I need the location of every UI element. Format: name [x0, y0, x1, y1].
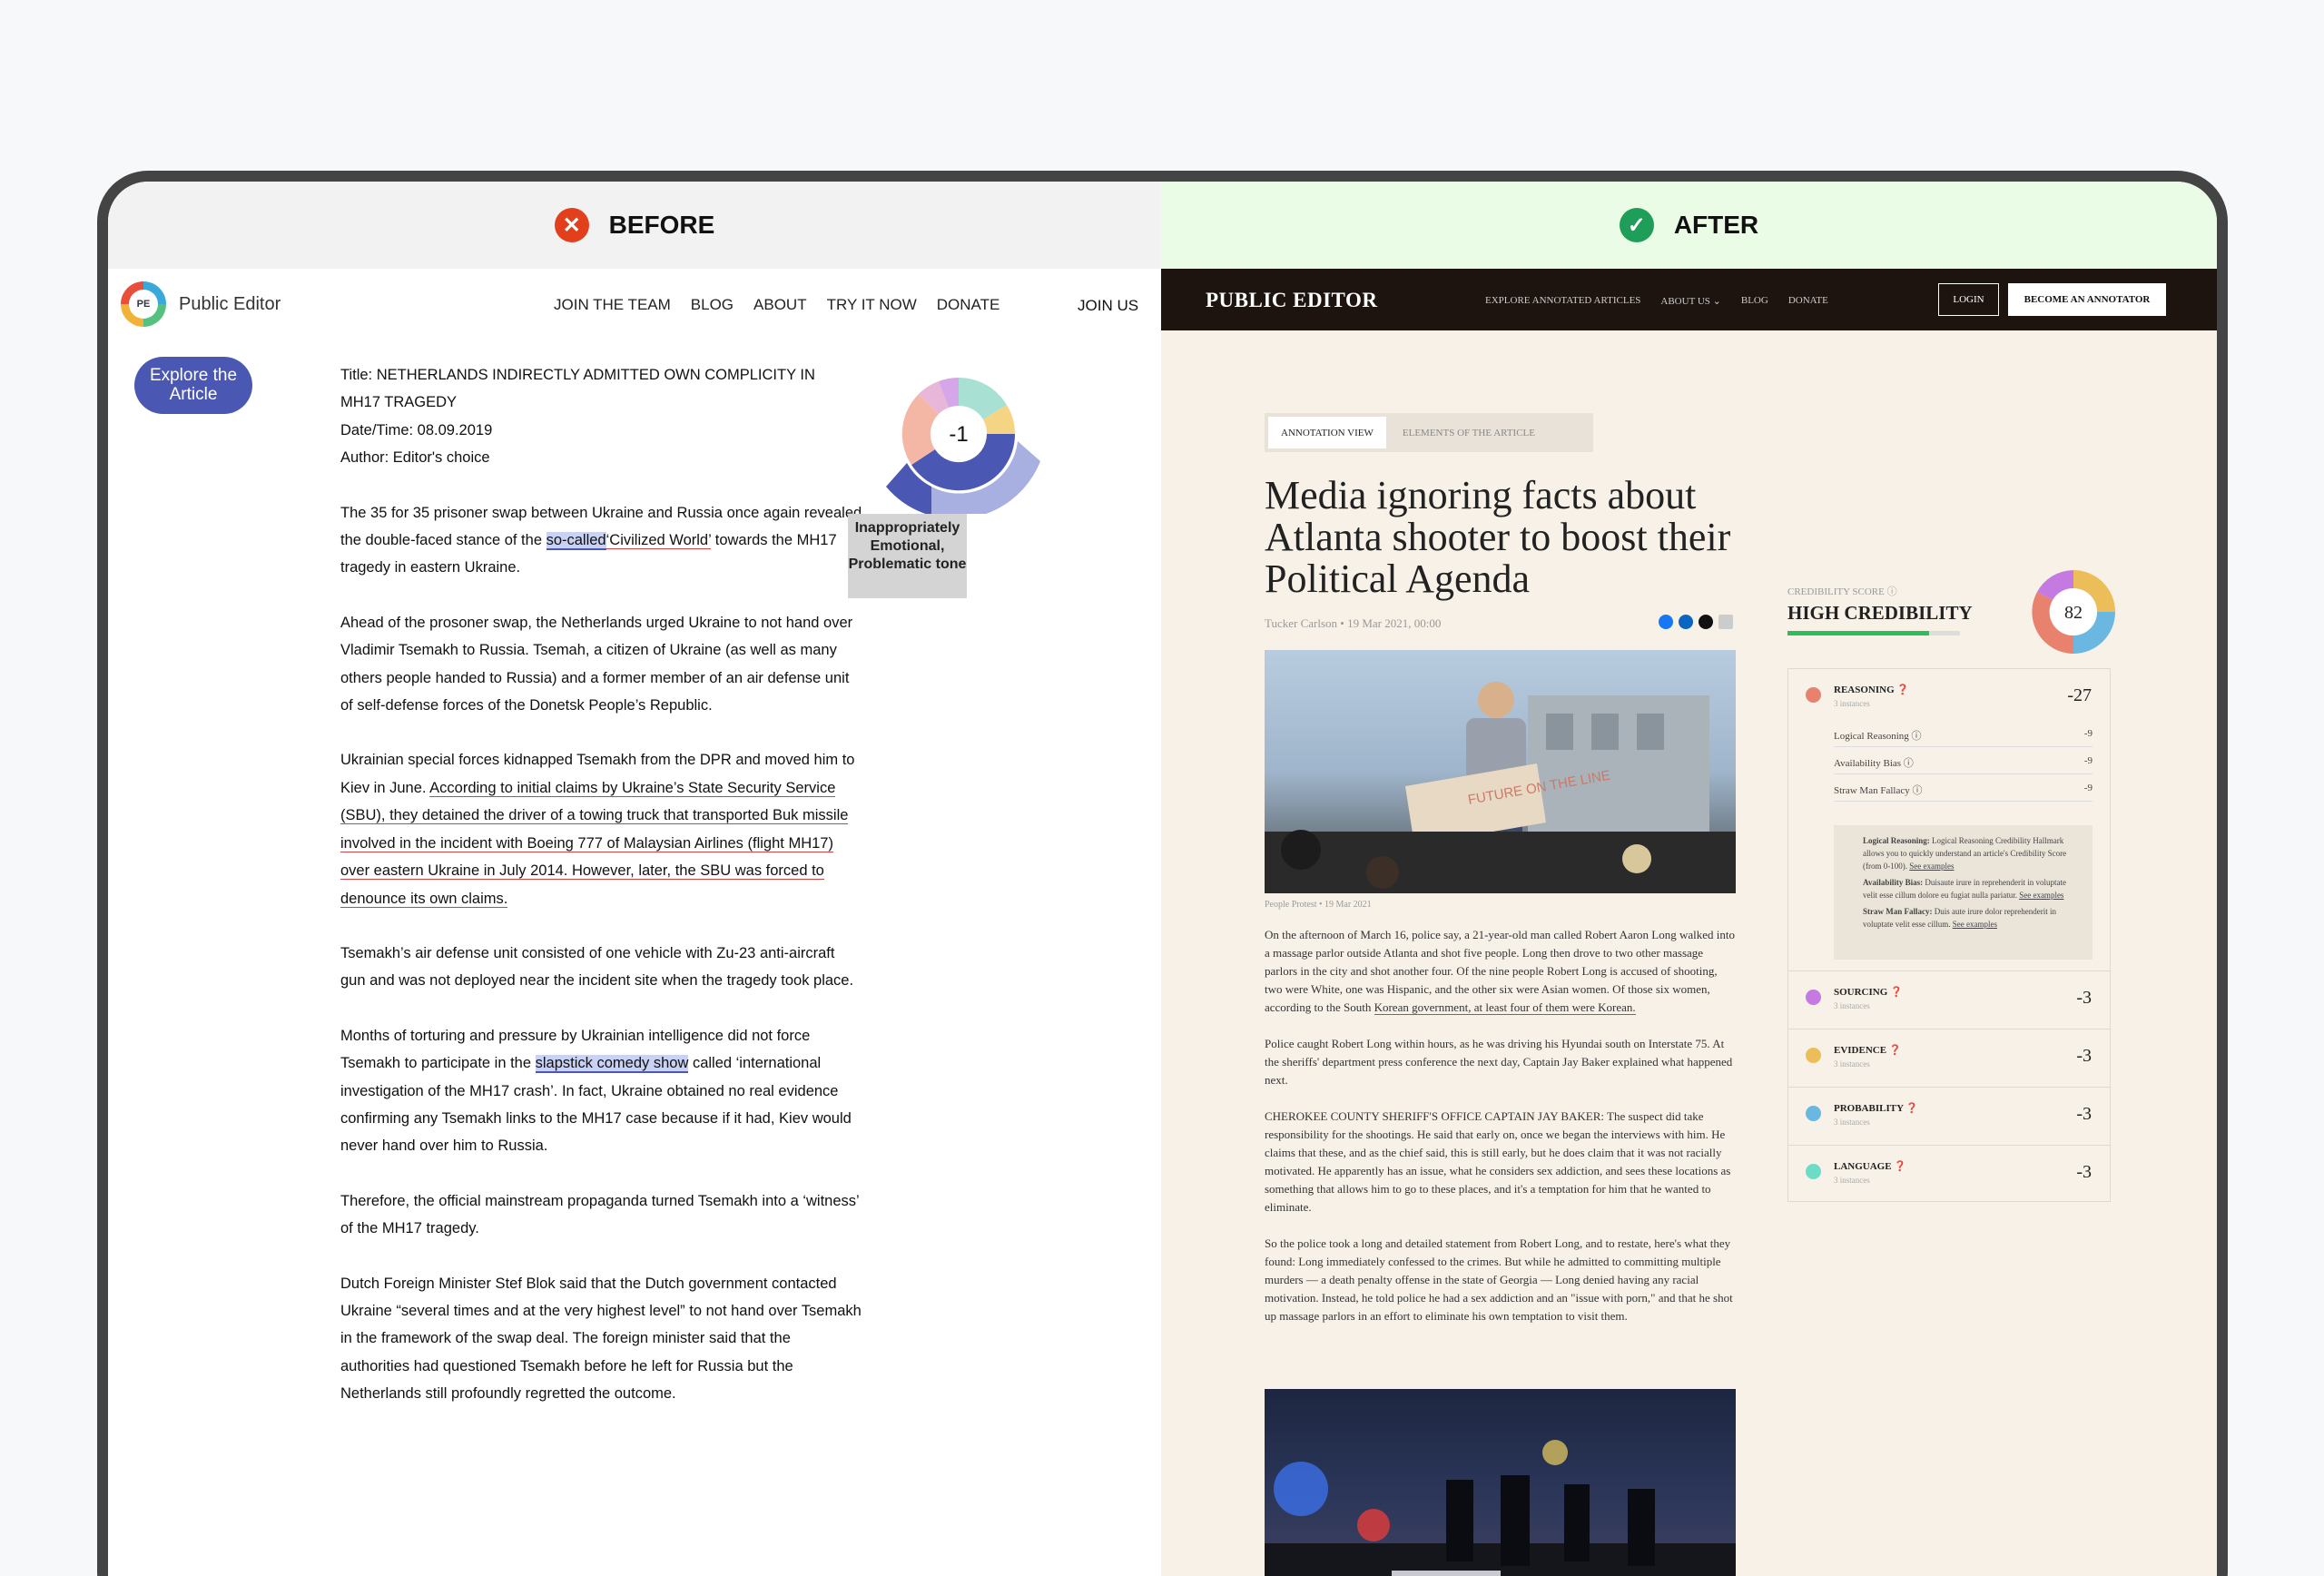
- highlight-annotation[interactable]: so-called: [546, 532, 606, 551]
- paragraph: So the police took a long and detailed s…: [1265, 1236, 1733, 1323]
- category-sourcing[interactable]: SOURCING ❓ 3 instances -3: [1788, 970, 2110, 1029]
- article-meta: Title: NETHERLANDS INDIRECTLY ADMITTED O…: [340, 361, 863, 472]
- article-title: Title: NETHERLANDS INDIRECTLY ADMITTED O…: [340, 367, 815, 411]
- highlight-annotation[interactable]: slapstick comedy show: [535, 1055, 689, 1074]
- device-screen: ✕ BEFORE ✓ AFTER PE Public Editor JOIN T…: [108, 182, 2217, 1576]
- credibility-progress: [1787, 631, 1960, 635]
- paragraph: The 35 for 35 prisoner swap between Ukra…: [340, 504, 862, 576]
- nav-links: JOIN THE TEAM BLOG ABOUT TRY IT NOW DONA…: [554, 296, 1000, 314]
- hallmark-panel: REASONING ❓ 3 instances -27 Logical Reas…: [1787, 668, 2111, 1202]
- facebook-icon[interactable]: [1659, 615, 1673, 629]
- nav-links: EXPLORE ANNOTATED ARTICLES ABOUT US ⌄ BL…: [1485, 295, 1828, 307]
- category-dot: [1806, 1106, 1821, 1121]
- after-navbar: PUBLIC EDITOR EXPLORE ANNOTATED ARTICLES…: [1161, 269, 2217, 330]
- article-date: Date/Time: 08.09.2019: [340, 421, 493, 438]
- join-us-link[interactable]: JOIN US: [1078, 297, 1138, 315]
- check-icon: ✓: [1619, 208, 1654, 242]
- device-frame: ✕ BEFORE ✓ AFTER PE Public Editor JOIN T…: [97, 171, 2228, 1576]
- nav-explore-articles[interactable]: EXPLORE ANNOTATED ARTICLES: [1485, 295, 1640, 307]
- brand-name[interactable]: PUBLIC EDITOR: [1206, 289, 1377, 312]
- note-item: Availability Bias: Duisaute irure in rep…: [1863, 878, 2067, 900]
- share-icons: [1659, 615, 1733, 629]
- article-body: Title: NETHERLANDS INDIRECTLY ADMITTED O…: [340, 361, 863, 1435]
- tab-elements[interactable]: ELEMENTS OF THE ARTICLE: [1386, 417, 1551, 448]
- category-dot: [1806, 1048, 1821, 1063]
- paragraph: Tsemakh’s air defense unit consisted of …: [340, 944, 854, 990]
- brand-name[interactable]: Public Editor: [179, 294, 281, 315]
- nav-blog[interactable]: BLOG: [691, 296, 734, 314]
- category-dot: [1806, 687, 1821, 703]
- before-navbar: PE Public Editor JOIN THE TEAM BLOG ABOU…: [108, 269, 1161, 341]
- sunburst-score: -1: [949, 422, 968, 447]
- logo-initials: PE: [129, 290, 158, 319]
- credibility-label: CREDIBILITY SCORE ⓘ: [1787, 586, 1897, 597]
- category-language[interactable]: LANGUAGE ❓ 3 instances -3: [1788, 1145, 2110, 1203]
- category-evidence[interactable]: EVIDENCE ❓ 3 instances -3: [1788, 1029, 2110, 1087]
- paragraph: Dutch Foreign Minister Stef Blok said th…: [340, 1275, 862, 1403]
- sub-availability-bias[interactable]: Availability Bias ⓘ -9: [1834, 749, 2093, 774]
- share-icon[interactable]: [1718, 615, 1733, 629]
- tab-annotation-view[interactable]: ANNOTATION VIEW: [1268, 417, 1386, 448]
- nav-about[interactable]: ABOUT: [753, 296, 807, 314]
- see-examples-link[interactable]: See examples: [1953, 920, 1997, 929]
- paragraph: Ahead of the prosoner swap, the Netherla…: [340, 614, 853, 714]
- x-icon[interactable]: [1699, 615, 1713, 629]
- nav-about-us[interactable]: ABOUT US ⌄: [1660, 295, 1720, 307]
- underline-annotation[interactable]: ‘Civilized World’: [606, 532, 712, 550]
- underline-annotation[interactable]: Korean government, at least four of them…: [1374, 1000, 1636, 1015]
- explore-article-button[interactable]: Explore the Article: [134, 357, 252, 414]
- login-button[interactable]: LOGIN: [1938, 283, 1999, 316]
- paragraph: Therefore, the official mainstream propa…: [340, 1192, 860, 1237]
- category-dot: [1806, 990, 1821, 1005]
- credibility-score: 82: [2064, 603, 2083, 623]
- underline-annotation[interactable]: According to initial claims by Ukraine’s…: [340, 779, 849, 908]
- before-label: BEFORE: [608, 211, 715, 239]
- article-headline: Media ignoring facts about Atlanta shoot…: [1265, 473, 1731, 601]
- score-sunburst[interactable]: -1: [875, 369, 1147, 514]
- category-reasoning[interactable]: REASONING ❓ 3 instances -27: [1788, 669, 2110, 727]
- sub-straw-man-fallacy[interactable]: Straw Man Fallacy ⓘ -9: [1834, 776, 2093, 802]
- credibility-score-donut[interactable]: 82: [2030, 568, 2117, 655]
- police-photo: [1265, 1440, 1736, 1576]
- nav-blog[interactable]: BLOG: [1741, 295, 1768, 307]
- nav-join-the-team[interactable]: JOIN THE TEAM: [554, 296, 671, 314]
- linkedin-icon[interactable]: [1679, 615, 1693, 629]
- note-item: Logical Reasoning: Logical Reasoning Cre…: [1863, 836, 2067, 871]
- annotation-tooltip: Inappropriately Emotional, Problematic t…: [848, 514, 967, 598]
- see-examples-link[interactable]: See examples: [1909, 862, 1954, 871]
- hallmark-notes: Logical Reasoning: Logical Reasoning Cre…: [1834, 825, 2093, 960]
- after-header: ✓ AFTER: [1161, 182, 2217, 269]
- credibility-title: HIGH CREDIBILITY: [1787, 602, 1973, 624]
- nav-try-it-now[interactable]: TRY IT NOW: [827, 296, 917, 314]
- article-photo-night: [1265, 1389, 1736, 1576]
- before-header: ✕ BEFORE: [108, 182, 1161, 269]
- paragraph: Police caught Robert Long within hours, …: [1265, 1037, 1733, 1087]
- paragraph: CHEROKEE COUNTY SHERIFF'S OFFICE CAPTAIN…: [1265, 1109, 1731, 1214]
- view-tabs: ANNOTATION VIEW ELEMENTS OF THE ARTICLE: [1265, 413, 1593, 452]
- paragraph: Months of torturing and pressure by Ukra…: [340, 1027, 852, 1155]
- see-examples-link[interactable]: See examples: [2019, 891, 2063, 900]
- protest-photo: FUTURE ON THE LINE: [1265, 682, 1736, 893]
- before-panel: PE Public Editor JOIN THE TEAM BLOG ABOU…: [108, 269, 1161, 1576]
- sub-logical-reasoning[interactable]: Logical Reasoning ⓘ -9: [1834, 722, 2093, 747]
- article-byline: Tucker Carlson • 19 Mar 2021, 00:00: [1265, 616, 1442, 630]
- close-icon: ✕: [554, 208, 589, 242]
- nav-donate[interactable]: DONATE: [937, 296, 1000, 314]
- article-photo: FUTURE ON THE LINE: [1265, 650, 1736, 893]
- credibility-progress-fill: [1787, 631, 1929, 635]
- after-panel: PUBLIC EDITOR EXPLORE ANNOTATED ARTICLES…: [1161, 269, 2217, 1576]
- paragraph: On the afternoon of March 16, police say…: [1265, 928, 1736, 1015]
- category-probability[interactable]: PROBABILITY ❓ 3 instances -3: [1788, 1087, 2110, 1145]
- after-label: AFTER: [1673, 211, 1759, 239]
- become-annotator-button[interactable]: BECOME AN ANNOTATOR: [2008, 283, 2166, 316]
- nav-donate[interactable]: DONATE: [1788, 295, 1828, 307]
- article-author: Author: Editor's choice: [340, 449, 490, 467]
- article-body: On the afternoon of March 16, police say…: [1265, 926, 1736, 1344]
- photo-caption: People Protest • 19 Mar 2021: [1265, 900, 1372, 910]
- category-dot: [1806, 1164, 1821, 1179]
- logo-icon[interactable]: PE: [121, 281, 166, 327]
- note-item: Straw Man Fallacy: Duis aute irure dolor…: [1863, 907, 2056, 929]
- paragraph: Ukrainian special forces kidnapped Tsema…: [340, 752, 855, 908]
